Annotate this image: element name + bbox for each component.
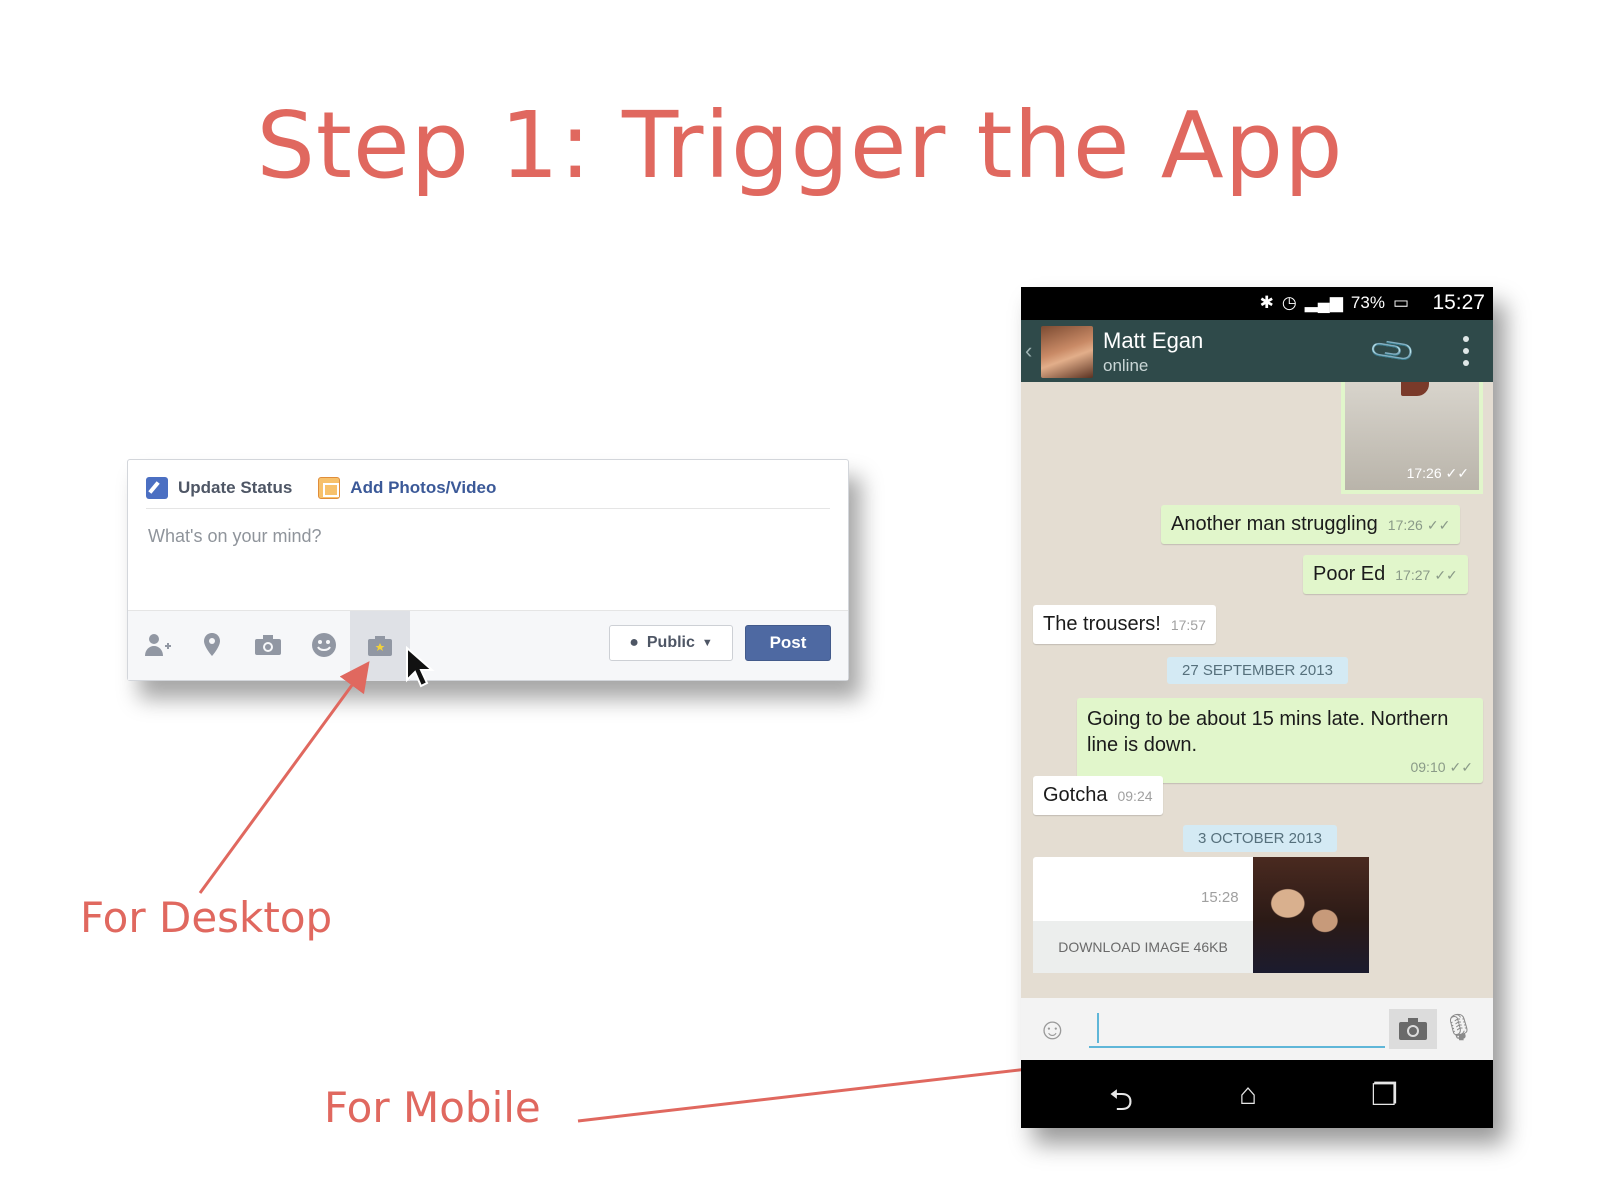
message-text: Poor Ed [1313, 563, 1386, 585]
message-text: The trousers! [1043, 613, 1161, 635]
alarm-icon: ◷ [1281, 293, 1297, 312]
slide-title: Step 1: Trigger the App [256, 92, 1344, 199]
tab-update-status[interactable]: Update Status [146, 477, 292, 499]
signal-icon: ▂▄▆ [1304, 293, 1343, 312]
privacy-selector[interactable]: ● Public ▼ [609, 625, 733, 661]
read-ticks-icon: ✓✓ [1426, 517, 1451, 533]
status-input[interactable]: What's on your mind? [148, 526, 322, 547]
photo-icon [318, 477, 341, 499]
caret-down-icon: ▼ [701, 637, 713, 649]
android-nav-bar: ⮌ ⌂ ❐ [1021, 1060, 1493, 1128]
phone-screen: ✱ ◷ ▂▄▆ 73% ▭ 15:27 ‹ Matt Egan online 📎… [1021, 287, 1493, 1128]
message-time: 17:27 [1395, 567, 1431, 583]
battery-icon: ▭ [1392, 293, 1409, 312]
message-image-out[interactable]: 17:26 ✓✓ [1341, 382, 1483, 494]
facebook-composer: Update Status Add Photos/Video What's on… [127, 459, 849, 681]
message-out[interactable]: Going to be about 15 mins late. Northern… [1077, 698, 1483, 783]
input-bar: ☺ 🎙 [1021, 998, 1493, 1060]
tab-add-photos-label: Add Photos/Video [350, 478, 497, 497]
back-nav-icon[interactable]: ⮌ [1109, 1078, 1133, 1128]
message-time: 15:28 [1201, 889, 1239, 906]
tab-add-photos-video[interactable]: Add Photos/Video [318, 477, 496, 499]
mouse-cursor-icon [406, 646, 435, 688]
camera-icon[interactable] [248, 625, 288, 665]
date-divider: 27 SEPTEMBER 2013 [1167, 657, 1348, 684]
overflow-menu-icon[interactable] [1463, 336, 1469, 366]
message-time: 17:26 [1387, 517, 1423, 533]
message-time: 17:57 [1170, 617, 1206, 633]
battery-percent: 73% [1350, 293, 1385, 312]
feeling-icon[interactable] [304, 625, 344, 665]
globe-icon: ● [629, 634, 639, 651]
photo-thumbnail[interactable] [1253, 857, 1369, 973]
text-caret [1097, 1013, 1099, 1043]
avatar[interactable] [1041, 326, 1093, 378]
message-in[interactable]: Gotcha 09:24 [1033, 776, 1163, 815]
message-time: 09:10 [1410, 759, 1446, 775]
tag-friends-icon[interactable] [138, 625, 178, 665]
location-icon[interactable] [192, 625, 232, 665]
clock: 15:27 [1432, 291, 1485, 314]
message-image-in[interactable]: 15:28 DOWNLOAD IMAGE 46KB [1033, 857, 1369, 973]
read-ticks-icon: ✓✓ [1449, 759, 1473, 775]
microphone-icon[interactable]: 🎙 [1442, 1012, 1475, 1043]
status-icons: ✱ ◷ ▂▄▆ 73% ▭ [1260, 293, 1409, 313]
camera-button[interactable] [1389, 1009, 1437, 1049]
date-divider: 3 OCTOBER 2013 [1183, 825, 1337, 852]
app-icon[interactable] [350, 611, 410, 681]
message-out[interactable]: Another man struggling 17:26 ✓✓ [1161, 505, 1461, 544]
pencil-icon [146, 477, 168, 499]
download-image-button[interactable]: DOWNLOAD IMAGE 46KB [1033, 921, 1253, 973]
composer-tabs: Update Status Add Photos/Video [146, 474, 522, 502]
privacy-label: Public [646, 634, 695, 651]
contact-name[interactable]: Matt Egan [1103, 328, 1203, 354]
emoji-icon[interactable]: ☺ [1037, 1013, 1068, 1047]
label-desktop: For Desktop [80, 893, 333, 942]
chat-header: ‹ Matt Egan online 📎 [1021, 320, 1493, 382]
tab-update-status-label: Update Status [178, 478, 293, 497]
home-icon[interactable]: ⌂ [1239, 1078, 1257, 1112]
back-icon[interactable]: ‹ [1025, 338, 1032, 364]
message-out[interactable]: Poor Ed 17:27 ✓✓ [1303, 555, 1468, 594]
bluetooth-icon: ✱ [1259, 293, 1274, 312]
message-list: 17:26 ✓✓ Another man struggling 17:26 ✓✓ P… [1021, 382, 1493, 998]
recent-apps-icon[interactable]: ❐ [1371, 1078, 1398, 1113]
post-button[interactable]: Post [745, 625, 831, 661]
camera-icon [1399, 1018, 1427, 1040]
read-ticks-icon: ✓✓ [1434, 567, 1458, 583]
divider [146, 508, 830, 509]
message-text: Gotcha [1043, 784, 1108, 806]
message-in[interactable]: The trousers! 17:57 [1033, 605, 1216, 644]
label-mobile: For Mobile [324, 1083, 541, 1132]
message-input[interactable] [1089, 1011, 1385, 1048]
message-text: Another man struggling [1171, 513, 1378, 535]
message-time: 17:26 ✓✓ [1406, 465, 1469, 481]
desktop-arrow [198, 661, 370, 894]
attach-icon[interactable]: 📎 [1367, 326, 1418, 377]
composer-toolbar: ● Public ▼ Post [128, 610, 848, 681]
message-time: 09:24 [1117, 788, 1153, 804]
contact-status: online [1103, 356, 1149, 375]
message-text: Going to be about 15 mins late. Northern… [1087, 708, 1449, 756]
status-bar: ✱ ◷ ▂▄▆ 73% ▭ 15:27 [1021, 287, 1493, 320]
